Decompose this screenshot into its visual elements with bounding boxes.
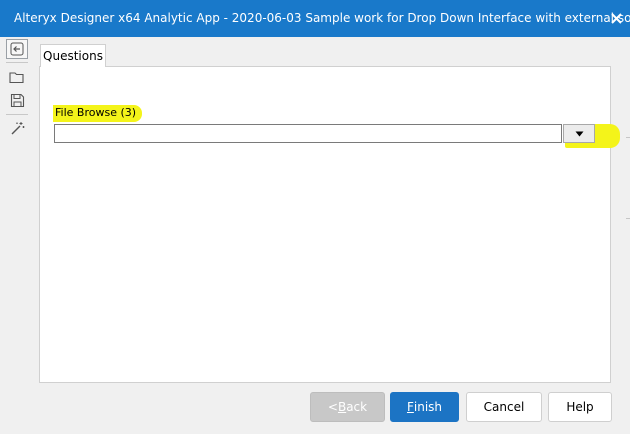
window-title: Alteryx Designer x64 Analytic App - 2020… [14,11,630,25]
open-tool-button[interactable] [7,67,27,87]
toolbar-divider [6,114,28,115]
cancel-button[interactable]: Cancel [466,392,542,422]
back-button-accel: B [337,400,347,414]
file-browse-label: File Browse (3) [53,105,143,122]
tab-questions-label: Questions [43,49,103,63]
magic-wand-icon [11,121,24,134]
close-icon [610,13,622,24]
finish-button-accel: F [406,400,414,414]
back-tool-button[interactable] [6,39,28,59]
back-button[interactable]: < B ack [310,392,385,422]
back-button-rest: ack [346,400,368,414]
file-browse-input[interactable] [54,124,562,143]
cancel-button-label: Cancel [483,400,525,414]
finish-button-rest: inish [413,400,443,414]
help-button[interactable]: Help [548,392,612,422]
title-bar: Alteryx Designer x64 Analytic App - 2020… [0,0,630,37]
background-edge-mark [626,137,630,138]
background-edge-mark [626,218,630,219]
left-toolbar [0,37,34,434]
chevron-down-icon [575,131,583,136]
open-folder-icon [9,72,24,84]
tab-questions[interactable]: Questions [40,44,106,67]
help-button-label: Help [566,400,594,414]
main-area: Questions File Browse (3) < B ack F inis… [34,37,624,427]
close-button[interactable] [602,0,630,37]
toolbar-divider [6,62,28,63]
file-browse-dropdown-button[interactable] [563,124,595,143]
save-icon [10,93,24,107]
back-icon [10,42,24,56]
questions-panel: File Browse (3) [39,66,620,383]
back-button-prefix: < [327,400,338,414]
finish-button[interactable]: F inish [390,392,459,422]
save-tool-button[interactable] [7,90,27,110]
wand-tool-button[interactable] [7,118,27,138]
